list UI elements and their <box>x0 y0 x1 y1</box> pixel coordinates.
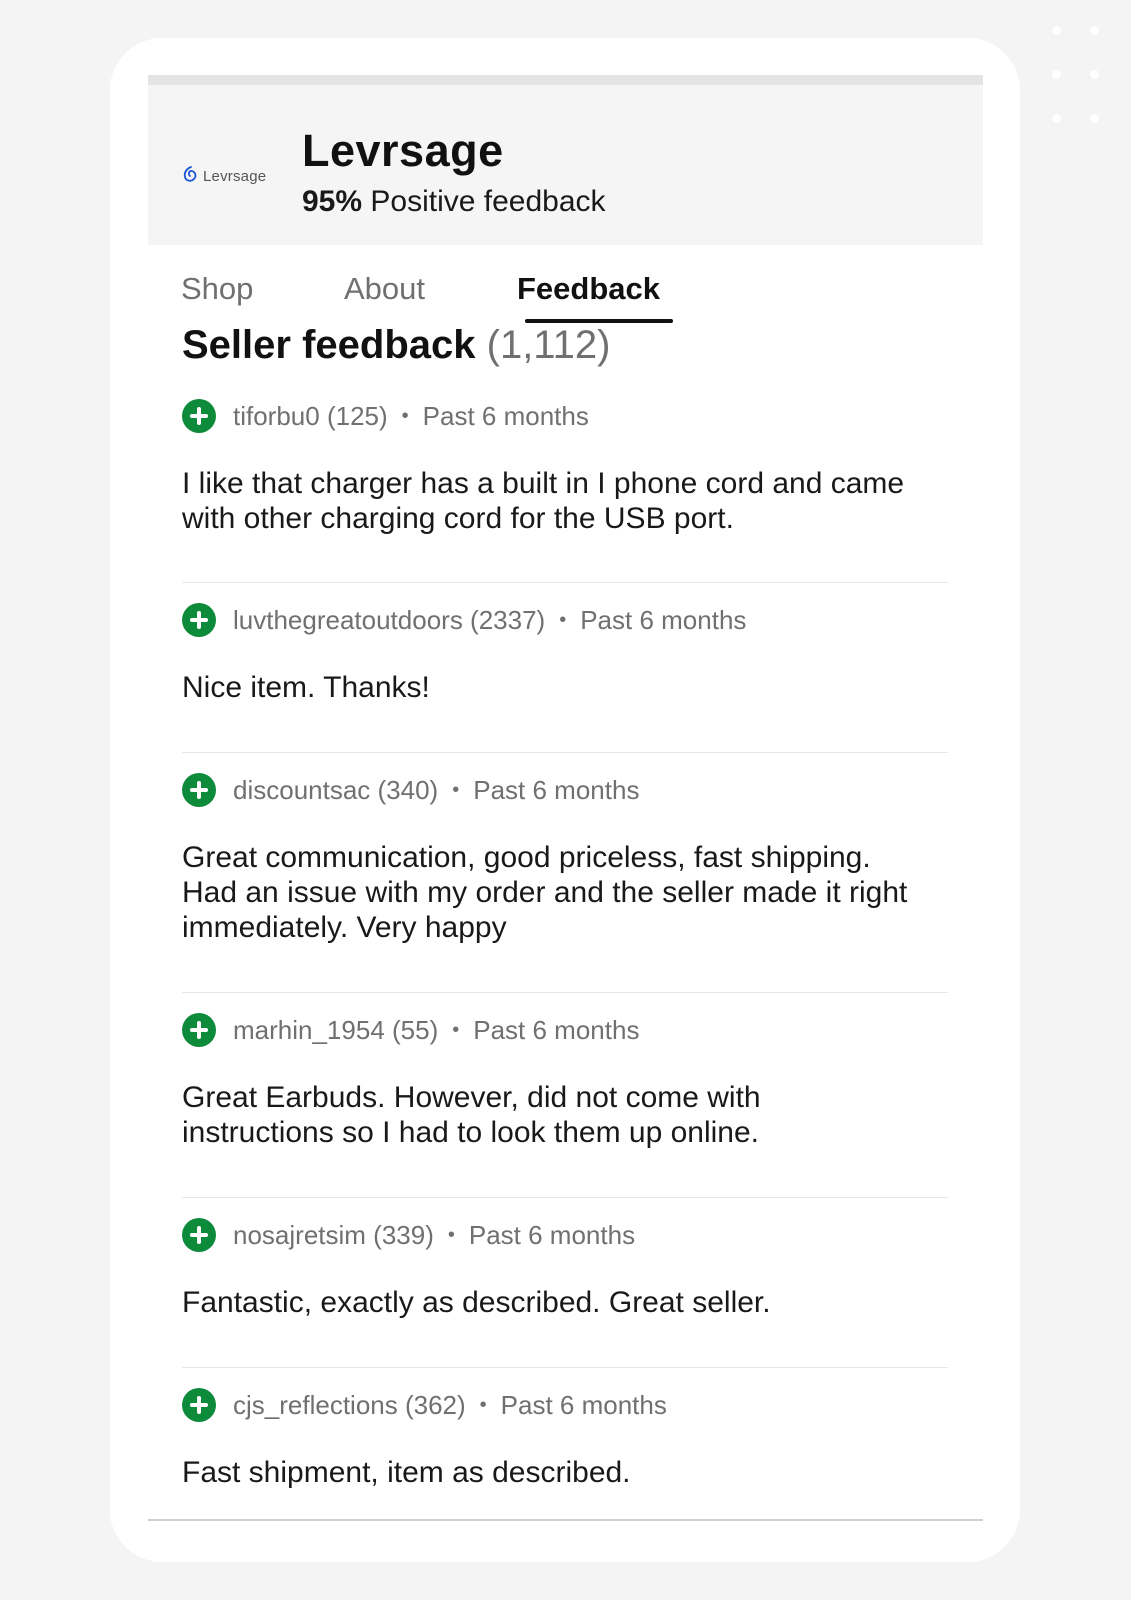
separator-dot: • <box>447 1223 455 1246</box>
plus-circle-icon <box>182 1388 216 1422</box>
feedback-time: Past 6 months <box>473 1014 640 1045</box>
divider <box>182 1367 948 1368</box>
feedback-user[interactable]: nosajretsim (339) <box>233 1220 434 1251</box>
positive-percent: 95% <box>302 185 363 218</box>
feedback-item: tiforbu0 (125) • Past 6 months I like th… <box>182 398 948 536</box>
section-title-text: Seller feedback <box>182 323 476 367</box>
feedback-comment: Great Earbuds. However, did not come wit… <box>182 1081 761 1149</box>
logo-text: Levrsage <box>203 168 267 185</box>
feedback-user[interactable]: cjs_reflections (362) <box>233 1390 466 1421</box>
divider <box>182 582 948 583</box>
feedback-comment: Nice item. Thanks! <box>182 671 430 704</box>
plus-circle-icon <box>182 603 216 637</box>
top-strip <box>148 75 983 85</box>
separator-dot: • <box>559 608 567 631</box>
decorative-dots <box>1052 26 1112 136</box>
feedback-item: luvthegreatoutdoors (2337) • Past 6 mont… <box>182 602 948 705</box>
separator-dot: • <box>401 404 409 427</box>
tab-about[interactable]: About <box>344 271 425 307</box>
plus-circle-icon <box>182 399 216 433</box>
plus-circle-icon <box>182 1218 216 1252</box>
plus-circle-icon <box>182 773 216 807</box>
feedback-item: cjs_reflections (362) • Past 6 months Fa… <box>182 1387 948 1490</box>
tab-shop[interactable]: Shop <box>181 271 253 307</box>
divider <box>182 752 948 753</box>
store-logo[interactable]: Levrsage <box>182 165 266 188</box>
separator-dot: • <box>479 1393 487 1416</box>
feedback-time: Past 6 months <box>473 774 640 805</box>
feedback-time: Past 6 months <box>580 604 747 635</box>
feedback-item: marhin_1954 (55) • Past 6 months Great E… <box>182 1012 948 1150</box>
feedback-time: Past 6 months <box>468 1219 636 1250</box>
separator-dot: • <box>452 1018 460 1041</box>
feedback-comment: Fantastic, exactly as described. Great s… <box>182 1286 771 1319</box>
feedback-comment: Fast shipment, item as described. <box>182 1456 631 1489</box>
swirl-logo-icon <box>182 165 200 188</box>
feedback-time: Past 6 months <box>500 1389 667 1420</box>
feedback-user[interactable]: tiforbu0 (125) <box>233 401 388 432</box>
store-name: Levrsage <box>302 125 504 176</box>
positive-feedback-summary: 95% Positive feedback <box>302 185 606 219</box>
feedback-time: Past 6 months <box>422 400 589 431</box>
store-header: Levrsage Levrsage 95% Positive feedback <box>148 85 983 245</box>
feedback-user[interactable]: marhin_1954 (55) <box>233 1015 438 1046</box>
app-screen: Levrsage Levrsage 95% Positive feedback … <box>148 75 983 1521</box>
feedback-count: (1,112) <box>486 323 611 367</box>
bottom-edge <box>148 1519 983 1521</box>
feedback-comment: I like that charger has a built in I pho… <box>182 467 905 535</box>
feedback-item: nosajretsim (339) • Past 6 months Fantas… <box>182 1217 948 1320</box>
separator-dot: • <box>452 778 460 801</box>
feedback-comment: Great communication, good priceless, fas… <box>182 841 908 944</box>
store-tabs: Shop About Feedback <box>148 245 983 335</box>
tab-feedback[interactable]: Feedback <box>517 271 660 307</box>
section-title: Seller feedback (1,112) <box>182 323 610 368</box>
feedback-item: discountsac (340) • Past 6 months Great … <box>182 772 948 945</box>
plus-circle-icon <box>182 1013 216 1047</box>
feedback-user[interactable]: discountsac (340) <box>233 775 438 806</box>
feedback-user[interactable]: luvthegreatoutdoors (2337) <box>233 605 545 636</box>
divider <box>182 1197 948 1198</box>
divider <box>182 992 948 993</box>
positive-label: Positive feedback <box>370 185 606 218</box>
